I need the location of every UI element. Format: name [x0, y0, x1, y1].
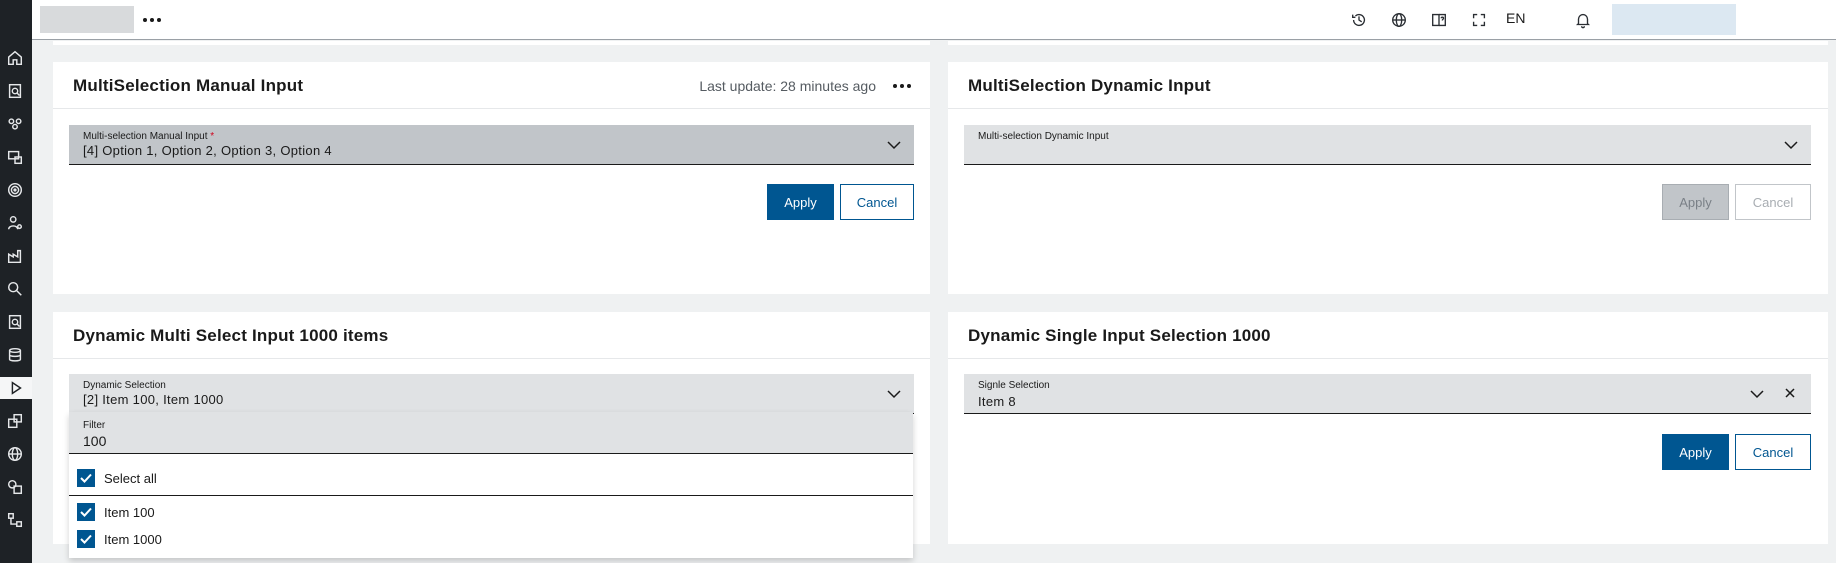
fullscreen-icon[interactable] [1467, 8, 1491, 32]
card-title: MultiSelection Manual Input [73, 76, 304, 95]
field-label: Multi-selection Dynamic Input [978, 131, 1109, 142]
card-multiselection-manual: MultiSelection Manual Input Last update:… [53, 62, 930, 294]
field-label: Signle Selection [978, 380, 1050, 391]
search-icon[interactable] [4, 278, 26, 300]
card-title: MultiSelection Dynamic Input [968, 76, 1211, 95]
chevron-down-icon[interactable] [1783, 138, 1799, 150]
chevron-down-icon[interactable] [886, 138, 902, 150]
field-label-text: Multi-selection Manual Input [83, 131, 208, 142]
list-item[interactable]: Item 1000 [77, 528, 162, 550]
option-label: Item 100 [104, 504, 155, 520]
field-label: Dynamic Selection [83, 380, 166, 391]
field-value: [2] Item 100, Item 1000 [83, 392, 224, 407]
field-value: [4] Option 1, Option 2, Option 3, Option… [83, 143, 332, 158]
filter-value: 100 [83, 433, 107, 449]
top-header: EN [32, 0, 1836, 40]
devices-icon[interactable] [4, 146, 26, 168]
user-settings-icon[interactable] [4, 212, 26, 234]
card-header: MultiSelection Dynamic Input [948, 62, 1828, 109]
required-marker: * [210, 131, 215, 142]
card-title: Dynamic Single Input Selection 1000 [968, 326, 1271, 345]
cancel-button[interactable]: Cancel [840, 184, 914, 220]
dynamic-selection-dropdown: Filter 100 Select all Item 100 Item 1000 [69, 412, 913, 558]
checkbox-checked-icon[interactable] [77, 530, 95, 548]
manual-multiselect-field[interactable]: Multi-selection Manual Input * [4] Optio… [69, 125, 914, 165]
card-dynamic-single-1000: Dynamic Single Input Selection 1000 Sign… [948, 312, 1828, 544]
cancel-button[interactable]: Cancel [1735, 434, 1811, 470]
checkbox-checked-icon[interactable] [77, 503, 95, 521]
select-all-option[interactable]: Select all [77, 467, 157, 489]
field-value: Item 8 [978, 394, 1016, 409]
single-selection-field[interactable]: Signle Selection Item 8 [964, 374, 1811, 414]
card-header: Dynamic Multi Select Input 1000 items [53, 312, 930, 359]
home-icon[interactable] [4, 47, 26, 69]
filter-input[interactable]: Filter 100 [69, 412, 913, 454]
sidebar [0, 0, 32, 563]
history-icon[interactable] [1347, 8, 1371, 32]
dynamic-selection-field[interactable]: Dynamic Selection [2] Item 100, Item 100… [69, 374, 914, 414]
globe-icon[interactable] [1387, 8, 1411, 32]
apply-button[interactable]: Apply [767, 184, 834, 220]
bell-icon[interactable] [1571, 8, 1595, 32]
language-selector[interactable]: EN [1506, 10, 1525, 26]
last-update-text: Last update: 28 minutes ago [699, 78, 876, 94]
card-more-icon[interactable] [890, 74, 914, 98]
network-icon[interactable] [4, 509, 26, 531]
play-icon[interactable] [0, 377, 32, 399]
filter-label: Filter [83, 420, 106, 431]
world-icon[interactable] [4, 443, 26, 465]
factory-icon[interactable] [4, 245, 26, 267]
apply-button[interactable]: Apply [1662, 434, 1729, 470]
document-search-icon[interactable] [4, 311, 26, 333]
card-multiselection-dynamic: MultiSelection Dynamic Input Multi-selec… [948, 62, 1828, 294]
list-item[interactable]: Item 100 [77, 501, 155, 523]
cancel-button[interactable]: Cancel [1735, 184, 1811, 220]
chevron-down-icon[interactable] [886, 387, 902, 399]
option-label: Item 1000 [104, 531, 162, 547]
card-header: MultiSelection Manual Input Last update:… [53, 62, 930, 109]
card-header: Dynamic Single Input Selection 1000 [948, 312, 1828, 359]
report-search-icon[interactable] [4, 80, 26, 102]
field-label: Multi-selection Manual Input * [83, 131, 214, 142]
chevron-down-icon[interactable] [1749, 387, 1765, 399]
apply-button[interactable]: Apply [1662, 184, 1729, 220]
checkbox-checked-icon[interactable] [77, 469, 95, 487]
user-account-box[interactable] [1612, 4, 1736, 35]
widgets-icon[interactable] [4, 410, 26, 432]
more-menu-icon[interactable] [140, 8, 164, 32]
clear-icon[interactable] [1783, 386, 1797, 400]
divider [69, 495, 913, 496]
help-book-icon[interactable] [1427, 8, 1451, 32]
dynamic-multiselect-field[interactable]: Multi-selection Dynamic Input [964, 125, 1811, 165]
card-title: Dynamic Multi Select Input 1000 items [73, 326, 389, 345]
app-logo[interactable] [40, 6, 134, 33]
shapes-icon[interactable] [4, 476, 26, 498]
groups-icon[interactable] [4, 113, 26, 135]
card-remnant-right [948, 41, 1828, 45]
option-label: Select all [104, 470, 157, 486]
target-icon[interactable] [4, 179, 26, 201]
database-icon[interactable] [4, 344, 26, 366]
card-remnant-left [53, 41, 930, 45]
